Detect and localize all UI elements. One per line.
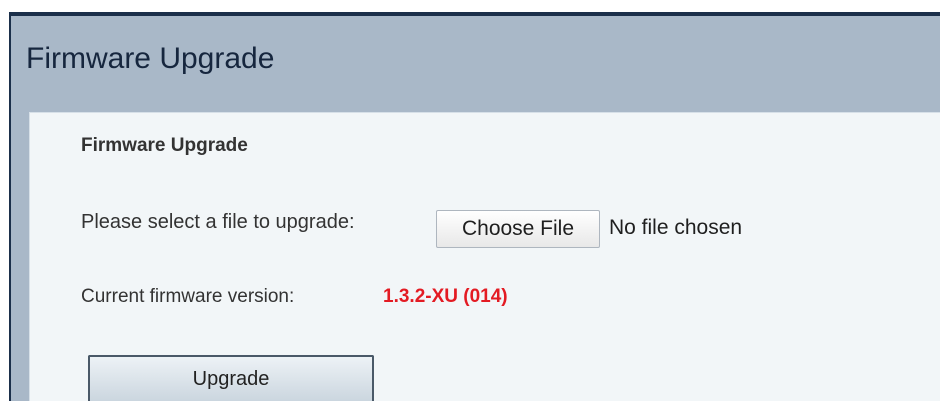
choose-file-button[interactable]: Choose File xyxy=(436,210,600,248)
file-status-text: No file chosen xyxy=(609,216,743,239)
current-firmware-label: Current firmware version: xyxy=(81,286,295,307)
current-firmware-value: 1.3.2-XU (014) xyxy=(383,286,508,307)
firmware-upgrade-window: Firmware Upgrade Firmware Upgrade Please… xyxy=(0,0,940,401)
top-strip xyxy=(0,0,940,12)
file-select-label: Please select a file to upgrade: xyxy=(81,211,355,233)
section-title: Firmware Upgrade xyxy=(81,135,248,156)
page-title: Firmware Upgrade xyxy=(26,42,275,75)
upgrade-button[interactable]: Upgrade xyxy=(88,355,374,401)
